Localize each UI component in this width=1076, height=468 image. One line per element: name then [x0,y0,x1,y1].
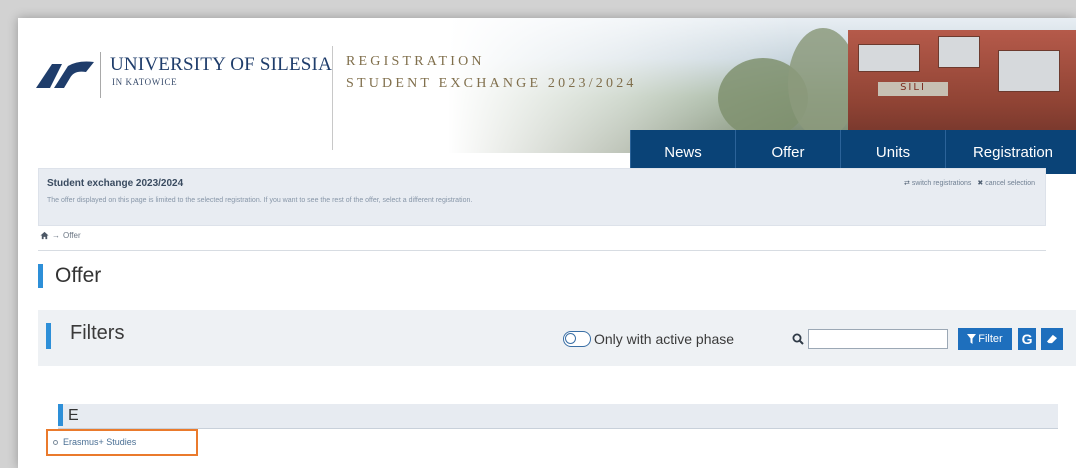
list-item-label: Erasmus+ Studies [63,437,137,447]
registration-subtitle: STUDENT EXCHANGE 2023/2024 [346,76,637,91]
list-item[interactable]: Erasmus+ Studies [53,437,136,447]
funnel-icon [967,334,977,344]
bullet-icon [53,439,58,445]
g-button[interactable]: G [1018,328,1036,350]
switch-icon: ⇄ [904,180,910,187]
toggle-knob [565,333,576,344]
cancel-selection-label: cancel selection [985,180,1035,187]
registration-box-description: The offer displayed on this page is limi… [47,197,473,204]
site-header: SILI UNIVERSITY OF SILESIA IN KATOWICE R… [18,18,1076,174]
divider [38,250,1046,251]
close-icon: ✖ [977,180,984,187]
breadcrumb: → Offer [40,231,81,240]
page-title: Offer [55,264,102,287]
page: SILI UNIVERSITY OF SILESIA IN KATOWICE R… [18,18,1076,468]
building-sign: SILI [878,82,948,96]
home-icon[interactable] [40,231,49,240]
filters-title: Filters [70,322,125,344]
cancel-selection-link[interactable]: ✖ cancel selection [977,179,1035,187]
university-name: UNIVERSITY OF SILESIA [110,54,332,75]
clear-filters-button[interactable] [1041,328,1063,350]
filters-accent-bar [46,323,51,349]
divider [58,428,1058,429]
registration-label: REGISTRATION [346,54,485,69]
eraser-icon [1047,334,1057,344]
letter-accent-bar [58,404,63,426]
switch-registrations-link[interactable]: ⇄ switch registrations [904,179,971,187]
title-accent-bar [38,264,43,288]
filters-panel: Filters Only with active phase Filter G [38,310,1076,366]
search-icon [792,333,804,345]
active-phase-toggle-label: Only with active phase [594,331,735,347]
registration-info-box: Student exchange 2023/2024 The offer dis… [38,168,1046,226]
university-city: IN KATOWICE [112,77,178,87]
filter-button-label: Filter [978,333,1003,345]
us-logo-icon [36,61,94,88]
filter-button[interactable]: Filter [958,328,1012,350]
breadcrumb-current: Offer [63,231,81,240]
logo-divider [100,52,101,98]
letter-group-label: E [68,407,79,424]
registration-box-title: Student exchange 2023/2024 [47,178,184,189]
registration-actions: ⇄ switch registrations ✖ cancel selectio… [904,179,1035,187]
active-phase-toggle[interactable] [563,331,591,347]
header-divider [332,46,333,150]
breadcrumb-separator: → [52,231,60,240]
letter-group-header [58,404,1058,428]
search-input[interactable] [808,329,948,349]
switch-registrations-label: switch registrations [911,180,972,187]
